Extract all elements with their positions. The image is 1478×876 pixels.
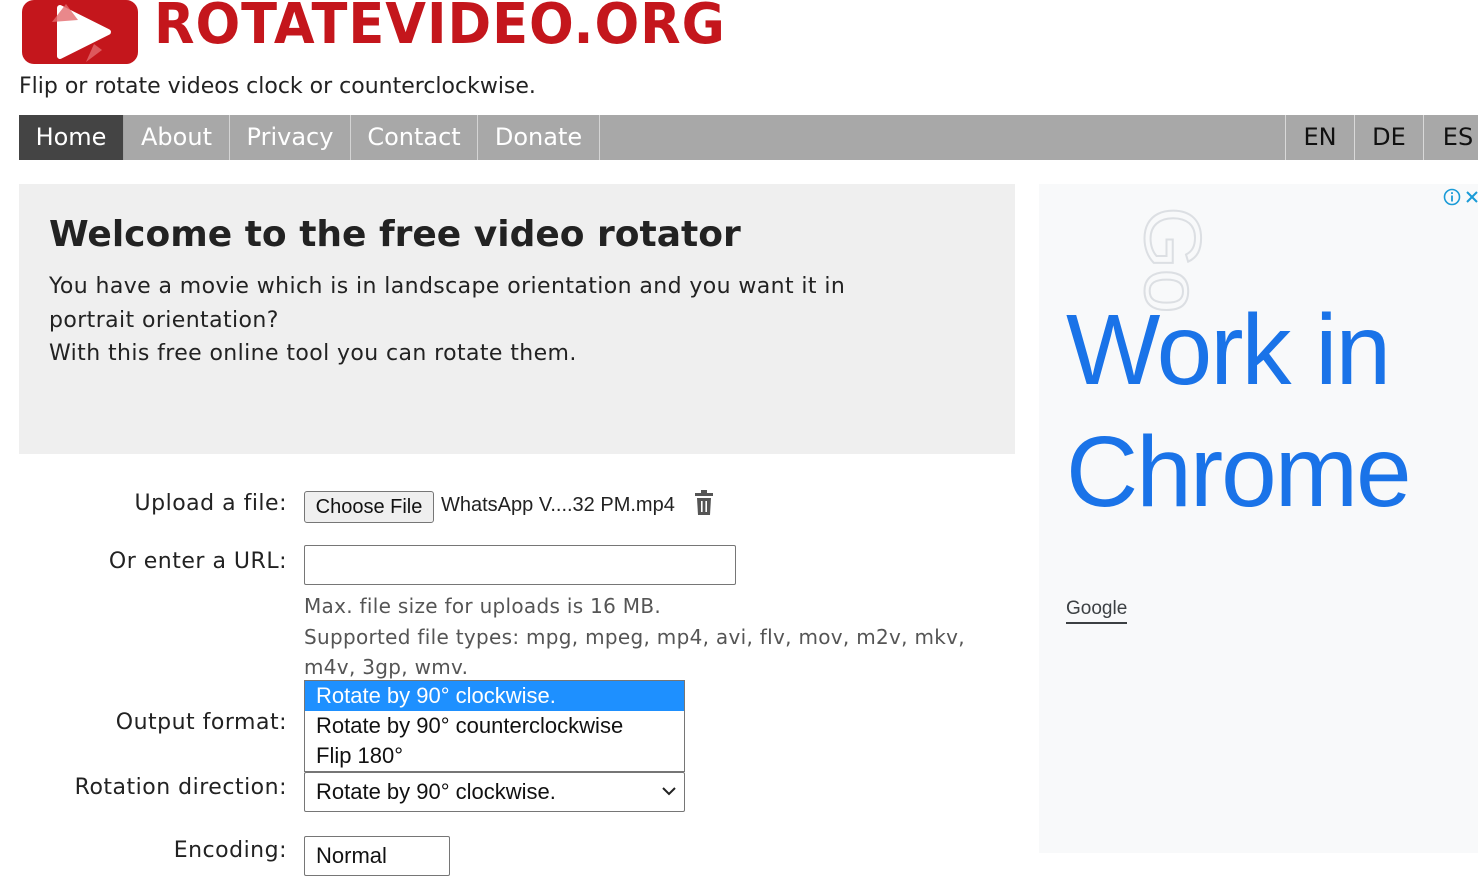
supported-types-line-1: Supported file types: mpg, mpeg, mp4, av…	[304, 625, 965, 649]
supported-types-line-2: m4v, 3gp, wmv.	[304, 655, 469, 679]
url-input[interactable]	[304, 545, 736, 585]
nav-contact[interactable]: Contact	[351, 115, 478, 160]
max-size-text: Max. file size for uploads is 16 MB.	[304, 594, 662, 618]
encoding-select-value: Normal	[316, 843, 387, 868]
choose-file-button[interactable]: Choose File	[304, 491, 434, 523]
info-icon[interactable]	[1443, 188, 1461, 206]
main-nav: Home About Privacy Contact Donate EN DE …	[19, 115, 1478, 160]
rotation-select-value: Rotate by 90° clockwise.	[316, 779, 556, 804]
trash-icon[interactable]	[694, 490, 714, 516]
encoding-select[interactable]: Normal	[304, 836, 450, 876]
nav-donate[interactable]: Donate	[478, 115, 600, 160]
rotation-option-ccw[interactable]: Rotate by 90° counterclockwise	[305, 711, 684, 741]
rotation-option-cw[interactable]: Rotate by 90° clockwise.	[305, 681, 684, 711]
lang-es[interactable]: ES	[1423, 115, 1478, 160]
rotation-label: Rotation direction:	[74, 775, 287, 800]
ad-headline[interactable]: Work in Chrome	[1066, 289, 1466, 533]
nav-privacy[interactable]: Privacy	[230, 115, 351, 160]
rotation-select[interactable]: Rotate by 90° clockwise.	[304, 772, 685, 812]
ad-brand-link[interactable]: Google	[1066, 598, 1128, 624]
url-label: Or enter a URL:	[108, 549, 287, 574]
welcome-line-1: You have a movie which is in landscape o…	[49, 274, 846, 299]
selected-file-name: WhatsApp V....32 PM.mp4	[441, 494, 675, 516]
welcome-line-2: portrait orientation?	[49, 308, 279, 333]
logo-icon	[22, 0, 138, 64]
lang-de[interactable]: DE	[1354, 115, 1423, 160]
chevron-down-icon	[662, 787, 676, 796]
output-format-label: Output format:	[115, 710, 287, 735]
site-logo-text[interactable]: ROTATEVIDEO.ORG	[154, 0, 726, 57]
nav-home[interactable]: Home	[19, 115, 124, 160]
ad-panel[interactable]: Go Work in Chrome Google	[1039, 184, 1478, 853]
welcome-title: Welcome to the free video rotator	[49, 214, 741, 255]
welcome-line-3: With this free online tool you can rotat…	[49, 341, 577, 366]
upload-label: Upload a file:	[134, 491, 287, 516]
welcome-box: Welcome to the free video rotator You ha…	[19, 184, 1015, 454]
lang-en[interactable]: EN	[1285, 115, 1354, 160]
tagline: Flip or rotate videos clock or countercl…	[19, 74, 536, 99]
encoding-label: Encoding:	[173, 838, 287, 863]
rotation-option-flip[interactable]: Flip 180°	[305, 741, 684, 771]
nav-about[interactable]: About	[124, 115, 230, 160]
rotation-dropdown-list: Rotate by 90° clockwise. Rotate by 90° c…	[304, 680, 685, 772]
close-icon[interactable]	[1465, 188, 1478, 206]
